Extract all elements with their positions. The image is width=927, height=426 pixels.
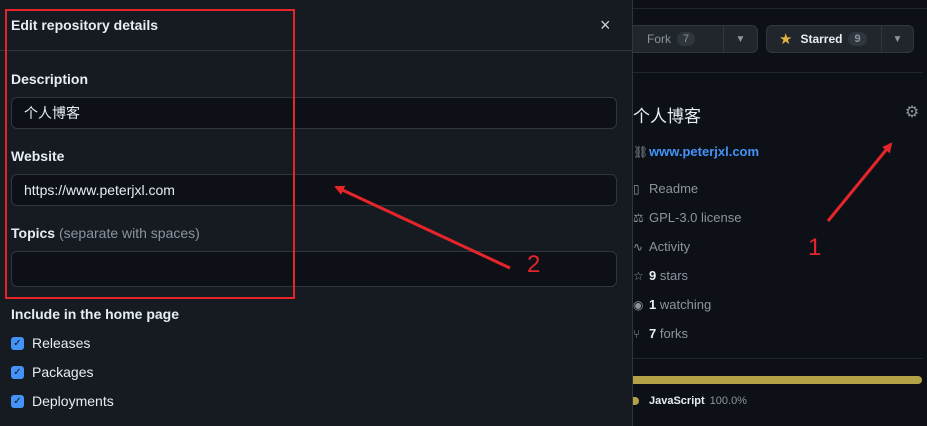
annotation-arrows [334,142,893,270]
annotation-label-2: 2 [527,251,541,278]
annotation-arrow-2 [334,185,511,270]
annotation-label-1: 1 [808,234,822,261]
annotation-arrow-1 [826,142,893,222]
